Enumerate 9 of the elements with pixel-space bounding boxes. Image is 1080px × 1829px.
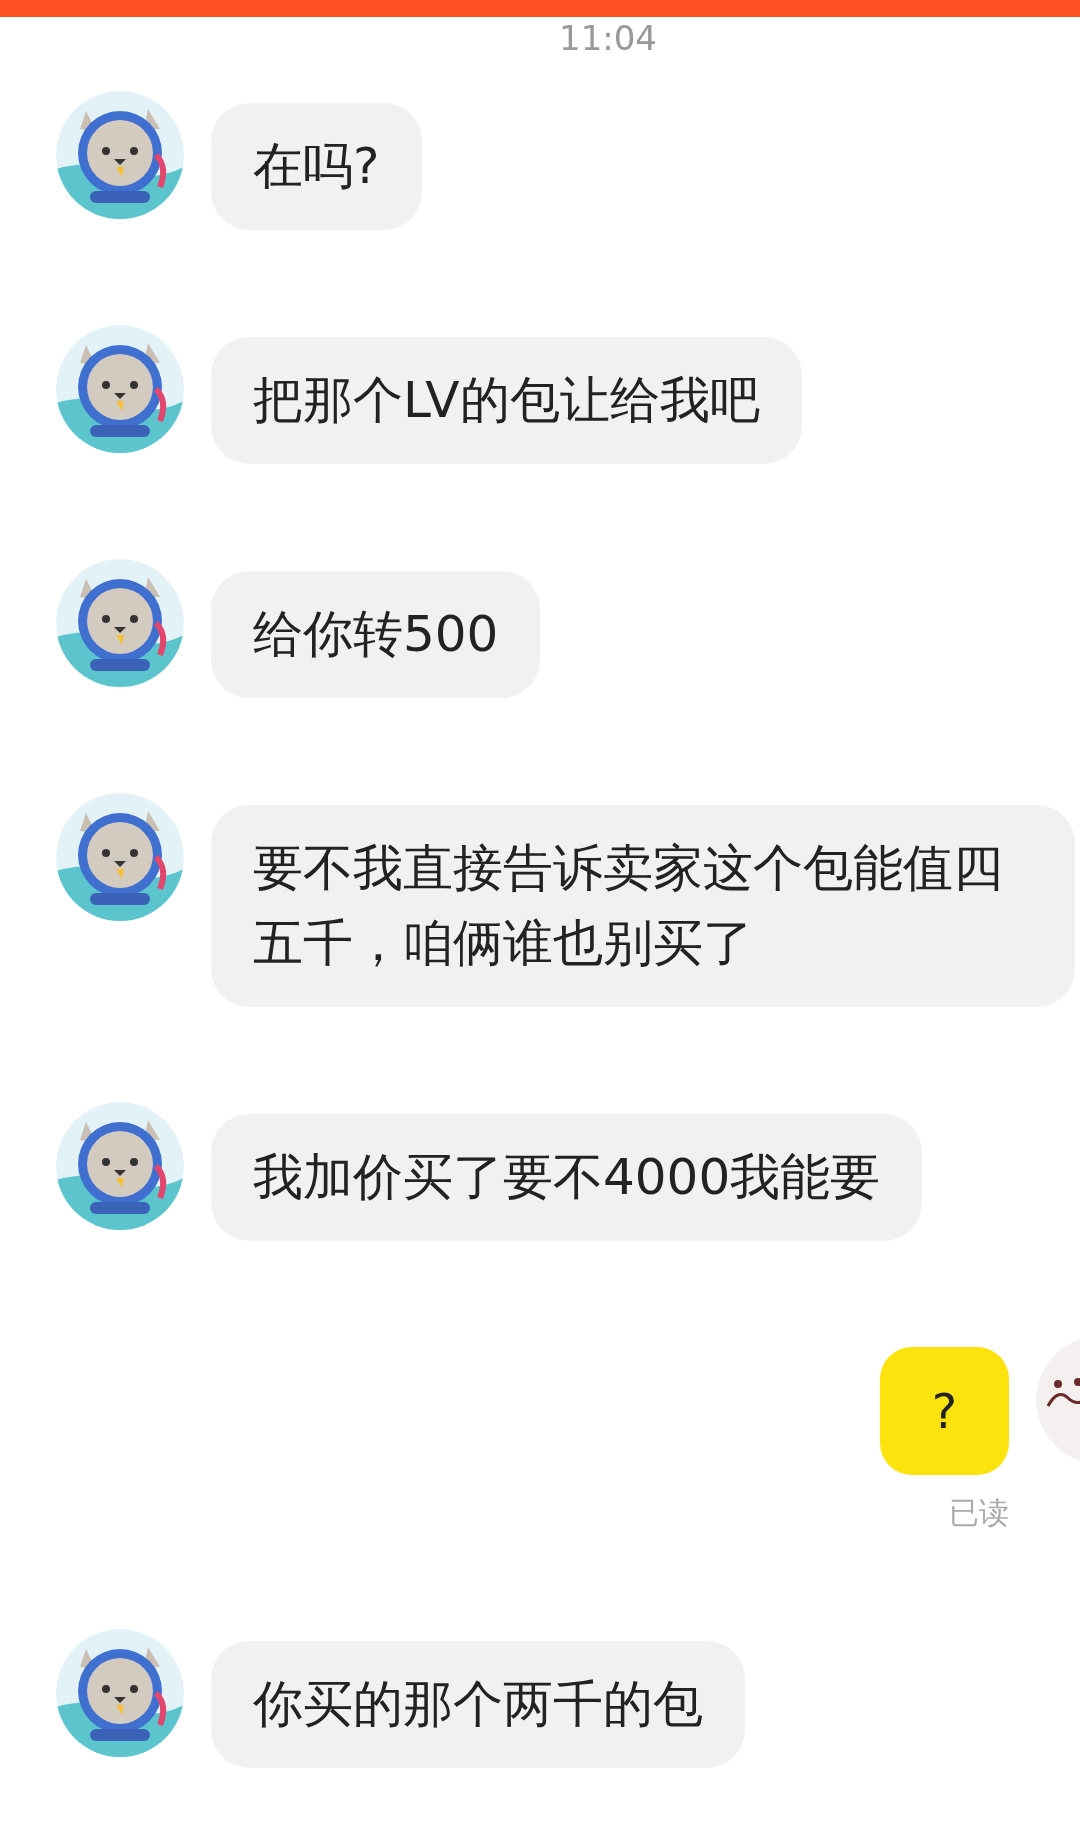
timestamp: 11:04 [558, 17, 658, 59]
message-bubble: 给你转500 [211, 571, 541, 698]
message-bubble: ? [880, 1347, 1009, 1475]
message-bubble: 要不我直接告诉卖家这个包能值四五千，咱俩谁也别买了 [211, 805, 1075, 1007]
read-receipt: 已读 [949, 1494, 1009, 1532]
message-bubble: 在吗? [211, 103, 422, 230]
message-bubble: 把那个LV的包让给我吧 [211, 337, 802, 464]
message-bubble: 我加价买了要不4000我能要 [211, 1114, 923, 1241]
message-bubble: 你买的那个两千的包 [211, 1641, 745, 1768]
